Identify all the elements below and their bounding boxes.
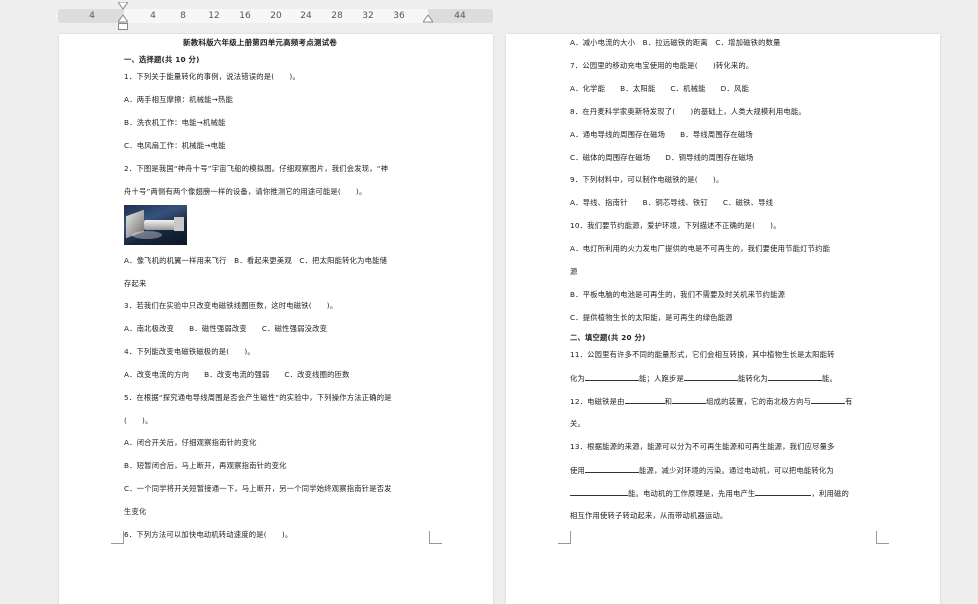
answer-option: C．磁体的周围存在磁场 D．铜导线的周围存在磁场 xyxy=(570,153,754,162)
question-text: 关。 xyxy=(570,419,585,428)
ruler-label: 4 xyxy=(150,11,156,21)
ruler-label: 32 xyxy=(362,11,374,21)
answer-option: B．短暂闭合后，马上断开，再观察指南针的变化 xyxy=(124,461,287,470)
answer-option: B．洗衣机工作：电能→机械能 xyxy=(124,118,226,127)
ruler-label: 36 xyxy=(393,11,405,21)
ruler-label: 8 xyxy=(180,11,186,21)
ruler-label: 24 xyxy=(300,11,312,21)
ruler-label: 16 xyxy=(239,11,251,21)
fill-blank[interactable] xyxy=(585,465,639,473)
answer-option: A．改变电流的方向 B．改变电流的强弱 C．改变线圈的匝数 xyxy=(124,370,350,379)
question-text: 化为 能；人跑步是 能转化为 能。 xyxy=(570,373,837,383)
fill-blank[interactable] xyxy=(570,488,628,496)
question-text: 12．电磁铁是由和组成的装置，它的南北极方向与有 xyxy=(570,396,853,406)
answer-option: A．导线、指南针 B．铜芯导线、铁钉 C．磁铁、导线 xyxy=(570,198,774,207)
answer-option: C．电风扇工作：机械能→电能 xyxy=(124,141,226,150)
page-left: 新教科版六年级上册第四单元高频考点测试卷 一、选择题(共 10 分) 1．下列关… xyxy=(59,34,493,604)
question-text: 9．下列材料中，可以制作电磁铁的是( )。 xyxy=(570,175,724,184)
answer-option: A．闭合开关后，仔细观察指南针的变化 xyxy=(124,438,257,447)
question-text: 5．在根据“探究通电导线周围是否会产生磁性”的实验中，下列操作方法正确的是 xyxy=(124,393,392,402)
question-text: 1．下列关于能量转化的事例，说法错误的是( )。 xyxy=(124,72,300,81)
question-text: 2．下图是我国“神舟十号”宇宙飞船的模拟图。仔细观察图片，我们会发现，“神 xyxy=(124,164,389,173)
question-text: 4．下列能改变电磁铁磁极的是( )。 xyxy=(124,347,255,356)
margin-corner-mark xyxy=(876,531,889,544)
answer-option: A．减小电流的大小 B．拉远磁铁的距离 C．增加磁铁的数量 xyxy=(570,38,781,47)
ruler-label: 28 xyxy=(331,11,343,21)
question-text: 13．根据能源的来源，能源可以分为不可再生能源和可再生能源，我们应尽量多 xyxy=(570,442,835,451)
answer-option: A．通电导线的周围存在磁场 B．导线周围存在磁场 xyxy=(570,130,753,139)
answer-option: A．两手相互摩擦：机械能→热能 xyxy=(124,95,233,104)
answer-option: A．像飞机的机翼一样用来飞行 B．看起来更美观 C．把太阳能转化为电能储 xyxy=(124,256,388,265)
section-heading: 二、填空题(共 20 分) xyxy=(570,333,646,342)
question-text: 舟十号”两侧有两个像翅膀一样的设备，请你推测它的用途可能是( )。 xyxy=(124,187,367,196)
fill-blank[interactable] xyxy=(767,373,822,381)
hanging-indent-marker[interactable] xyxy=(118,15,128,31)
ruler-label: 44 xyxy=(454,11,466,21)
margin-corner-mark xyxy=(111,531,124,544)
margin-corner-mark xyxy=(558,531,571,544)
question-text: 能。电动机的工作原理是，先用电产生 ，利用磁的 xyxy=(570,488,849,498)
ruler-label: 20 xyxy=(270,11,282,21)
question-text: 7．公园里的移动充电宝使用的电能是( )转化来的。 xyxy=(570,61,754,70)
right-indent-marker[interactable] xyxy=(423,15,433,23)
question-text: 11．公园里有许多不同的能量形式，它们会相互转换，其中植物生长是太阳能转 xyxy=(570,350,835,359)
section-heading: 一、选择题(共 10 分) xyxy=(124,55,200,64)
fill-blank[interactable] xyxy=(811,396,846,404)
question-text: 相互作用使转子转动起来，从而带动机器运动。 xyxy=(570,511,728,520)
spacecraft-image xyxy=(124,205,187,245)
question-text: 3．若我们在实验中只改变电磁铁线圈匝数，这时电磁铁( )。 xyxy=(124,301,338,310)
answer-option: A．化学能 B．太阳能 C．机械能 D．风能 xyxy=(570,84,749,93)
answer-option: 存起来 xyxy=(124,279,147,288)
fill-blank[interactable] xyxy=(683,373,738,381)
fill-blank[interactable] xyxy=(585,373,639,381)
fill-blank[interactable] xyxy=(755,488,812,496)
question-text: 8．在丹麦科学家奥斯特发现了( )的基础上，人类大规模利用电能。 xyxy=(570,107,806,116)
question-text: ( )。 xyxy=(124,416,153,425)
ruler-label: 12 xyxy=(208,11,220,21)
question-text: 6．下列方法可以加快电动机转动速度的是( )。 xyxy=(124,530,293,539)
question-text: 使用 能源，减少对环境的污染。通过电动机，可以把电能转化为 xyxy=(570,465,834,475)
document-title: 新教科版六年级上册第四单元高频考点测试卷 xyxy=(183,38,337,47)
first-line-indent-marker[interactable] xyxy=(118,2,128,10)
ruler-label: 4 xyxy=(89,11,95,21)
answer-option: C．提供植物生长的太阳能，是可再生的绿色能源 xyxy=(570,313,733,322)
answer-option: 源 xyxy=(570,267,578,276)
margin-corner-mark xyxy=(429,531,442,544)
fill-blank[interactable] xyxy=(624,396,665,404)
fill-blank[interactable] xyxy=(672,396,707,404)
answer-option: A．南北极改变 B．磁性强弱改变 C．磁性强弱没改变 xyxy=(124,324,328,333)
answer-option: A．电灯所利用的火力发电厂提供的电是不可再生的，我们要使用节能灯节约能 xyxy=(570,244,831,253)
question-text: 10．我们要节约能源，爱护环境，下列描述不正确的是( )。 xyxy=(570,221,781,230)
answer-option: B．平板电脑的电池是可再生的，我们不需要及时关机来节约能源 xyxy=(570,290,786,299)
answer-option: C．一个同学将开关短暂接通一下，马上断开，另一个同学始终观察指南针是否发 xyxy=(124,484,392,493)
answer-option: 生变化 xyxy=(124,507,147,516)
page-right: A．减小电流的大小 B．拉远磁铁的距离 C．增加磁铁的数量 7．公园里的移动充电… xyxy=(506,34,940,604)
